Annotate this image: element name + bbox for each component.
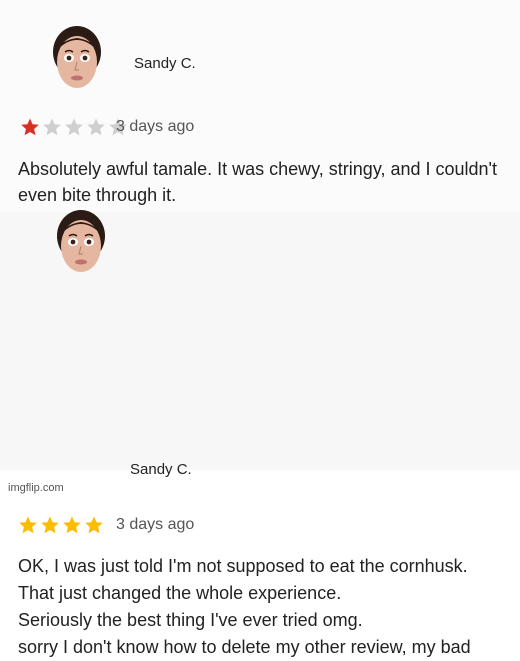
review-text-line: OK, I was just told I'm not supposed to …: [18, 556, 468, 576]
reviewer-name: Sandy C.: [134, 55, 196, 72]
review-text-line: sorry I don't know how to delete my othe…: [18, 637, 471, 657]
avatar: [50, 206, 112, 276]
star-filled-icon: [18, 515, 38, 535]
avatar-face-icon: [57, 210, 105, 272]
star-filled-icon: [62, 515, 82, 535]
review-text-line: That just changed the whole experience.: [18, 583, 342, 603]
reviewer-name: Sandy C.: [130, 461, 192, 478]
star-rating: [18, 515, 104, 535]
review-time: 3 days ago: [116, 516, 195, 533]
star-filled-icon: [40, 515, 60, 535]
review-time: 3 days ago: [116, 118, 195, 135]
review-text: Absolutely awful tamale. It was chewy, s…: [18, 159, 497, 205]
star-filled-icon: [20, 117, 40, 137]
star-filled-icon: [84, 515, 104, 535]
review-card-1: Sandy C. 3 days ago Absolutely awful tam…: [0, 0, 520, 215]
review-text: OK, I was just told I'm not supposed to …: [18, 553, 514, 661]
star-rating: [20, 117, 128, 137]
avatar: [46, 22, 108, 92]
star-empty-icon: [64, 117, 84, 137]
star-empty-icon: [86, 117, 106, 137]
star-empty-icon: [42, 117, 62, 137]
avatar-face-icon: [53, 26, 101, 88]
watermark: imgflip.com: [8, 482, 64, 494]
review-text-line: Seriously the best thing I've ever tried…: [18, 610, 363, 630]
